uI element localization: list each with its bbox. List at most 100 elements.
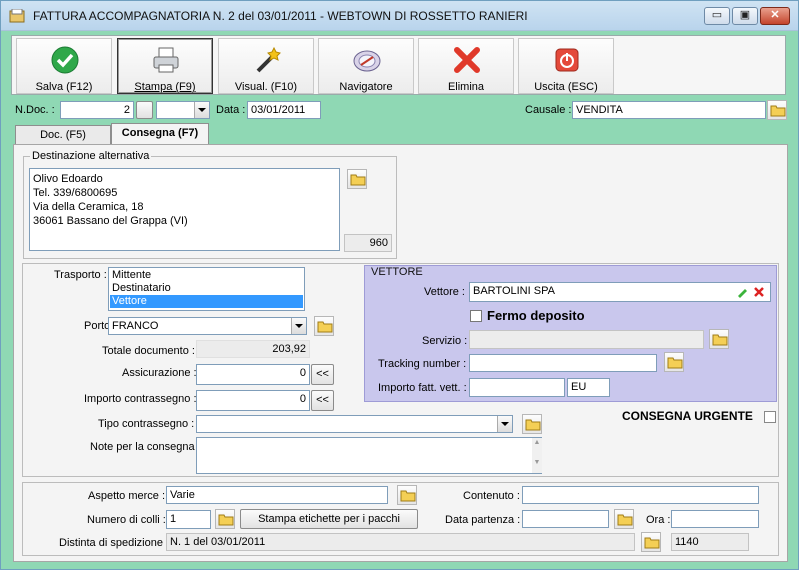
app-icon <box>9 9 25 23</box>
porto-folder-button[interactable] <box>314 316 334 336</box>
window-title: FATTURA ACCOMPAGNATORIA N. 2 del 03/01/2… <box>33 9 528 23</box>
trasporto-listbox[interactable]: Mittente Destinatario Vettore <box>108 267 305 311</box>
partenza-label: Data partenza : <box>445 514 521 526</box>
colli-field[interactable]: 1 <box>166 510 211 529</box>
destination-line: Tel. 339/6800695 <box>33 187 118 199</box>
tipo-contrassegno-folder-button[interactable] <box>522 414 542 434</box>
ora-field[interactable] <box>671 510 759 528</box>
partenza-folder-button[interactable] <box>614 509 634 529</box>
folder-icon <box>218 514 234 526</box>
date-field[interactable]: 03/01/2011 <box>247 101 321 119</box>
folder-icon <box>350 174 366 186</box>
ndoc-series-select[interactable] <box>156 101 210 119</box>
importo-vettore-label: Importo fatt. vett. : <box>378 382 467 394</box>
contenuto-field[interactable] <box>522 486 759 504</box>
destination-line: 36061 Bassano del Grappa (VI) <box>33 215 188 227</box>
contrassegno-field[interactable]: 0 <box>196 390 310 411</box>
folder-icon <box>400 490 416 502</box>
close-button[interactable]: ✕ <box>760 7 790 25</box>
navigator-label: Navigatore <box>339 81 393 93</box>
ndoc-field[interactable]: 2 <box>60 101 134 119</box>
fermo-deposito-label: Fermo deposito <box>487 308 585 323</box>
title-bar: FATTURA ACCOMPAGNATORIA N. 2 del 03/01/2… <box>1 1 798 31</box>
checkmark-icon <box>51 46 79 74</box>
porto-value: FRANCO <box>112 320 159 332</box>
chevron-down-icon <box>497 416 512 432</box>
tipo-contrassegno-label: Tipo contrassegno : <box>98 418 195 430</box>
delete-x-icon <box>454 47 480 73</box>
distinta-folder-button[interactable] <box>641 532 661 552</box>
ndoc-label: N.Doc. : <box>15 104 55 116</box>
porto-select[interactable]: FRANCO <box>108 317 307 335</box>
print-label: Stampa (F9) <box>134 81 196 93</box>
remove-icon[interactable] <box>753 286 765 298</box>
exit-button[interactable]: Uscita (ESC) <box>518 38 614 94</box>
power-icon <box>555 48 579 72</box>
save-button[interactable]: Salva (F12) <box>16 38 112 94</box>
tipo-contrassegno-select[interactable] <box>196 415 513 433</box>
tracking-field[interactable] <box>469 354 657 372</box>
contenuto-label: Contenuto : <box>463 490 520 502</box>
causale-label: Causale : <box>525 104 572 116</box>
distinta-label: Distinta di spedizione : <box>59 537 170 549</box>
fermo-deposito-checkbox[interactable] <box>470 310 482 322</box>
importo-vettore-field[interactable] <box>469 378 565 397</box>
aspetto-label: Aspetto merce : <box>88 490 166 502</box>
colli-folder-button[interactable] <box>215 509 235 529</box>
folder-icon <box>644 537 660 549</box>
ndoc-spin-button[interactable] <box>136 101 153 119</box>
vettore-box: VETTORE Vettore : BARTOLINI SPA Fermo de… <box>364 265 777 402</box>
compass-icon <box>353 50 381 72</box>
servizio-field <box>469 330 704 349</box>
assicurazione-copy-button[interactable]: << <box>311 364 334 385</box>
vettore-field[interactable]: BARTOLINI SPA <box>469 282 771 302</box>
note-scrollbar[interactable]: ▲ ▼ <box>532 438 542 473</box>
causale-folder-button[interactable] <box>767 100 787 120</box>
destination-code: 960 <box>344 234 392 252</box>
servizio-label: Servizio : <box>422 335 468 347</box>
currency-field[interactable]: EU <box>567 378 610 397</box>
distinta-code: 1140 <box>671 533 749 551</box>
causale-field[interactable]: VENDITA <box>572 101 766 119</box>
trasporto-option[interactable]: Mittente <box>110 269 303 282</box>
view-button[interactable]: Visual. (F10) <box>218 38 314 94</box>
exit-label: Uscita (ESC) <box>534 81 598 93</box>
destination-folder-button[interactable] <box>347 169 367 189</box>
assicurazione-field[interactable]: 0 <box>196 364 310 385</box>
delete-button[interactable]: Elimina <box>418 38 514 94</box>
distinta-field: N. 1 del 03/01/2011 <box>166 533 635 551</box>
note-textarea[interactable] <box>196 437 542 474</box>
folder-icon <box>770 105 786 117</box>
calendar-folder-icon <box>617 514 633 526</box>
print-button[interactable]: Stampa (F9) <box>117 38 213 94</box>
partenza-field[interactable] <box>522 510 609 528</box>
aspetto-folder-button[interactable] <box>397 485 417 505</box>
destination-textarea[interactable]: Olivo Edoardo Tel. 339/6800695 Via della… <box>29 168 340 251</box>
servizio-folder-button[interactable] <box>709 329 729 349</box>
chevron-down-icon <box>291 318 306 334</box>
folder-icon <box>712 334 728 346</box>
magic-wand-icon <box>256 46 281 73</box>
aspetto-field[interactable]: Varie <box>166 486 388 504</box>
contrassegno-copy-button[interactable]: << <box>311 390 334 411</box>
maximize-button[interactable]: ▣ <box>732 7 758 25</box>
colli-label: Numero di colli : <box>87 514 166 526</box>
vettore-label: Vettore : <box>424 286 465 298</box>
trasporto-option-selected[interactable]: Vettore <box>110 295 303 308</box>
tracking-label: Tracking number : <box>378 358 467 370</box>
data-label: Data : <box>216 104 246 116</box>
print-labels-button[interactable]: Stampa etichette per i pacchi <box>240 509 418 529</box>
folder-icon <box>525 419 541 431</box>
printer-icon <box>153 47 179 73</box>
minimize-button[interactable]: ▭ <box>704 7 730 25</box>
tab-consegna[interactable]: Consegna (F7) <box>111 123 209 145</box>
chevron-down-icon <box>194 102 209 118</box>
ora-label: Ora : <box>646 514 671 526</box>
pencil-icon[interactable] <box>736 286 748 298</box>
vettore-title: VETTORE <box>371 266 423 278</box>
trasporto-option[interactable]: Destinatario <box>110 282 303 295</box>
urgente-checkbox[interactable] <box>764 411 776 423</box>
tracking-folder-button[interactable] <box>664 352 684 372</box>
navigator-button[interactable]: Navigatore <box>318 38 414 94</box>
tab-doc[interactable]: Doc. (F5) <box>15 125 111 145</box>
